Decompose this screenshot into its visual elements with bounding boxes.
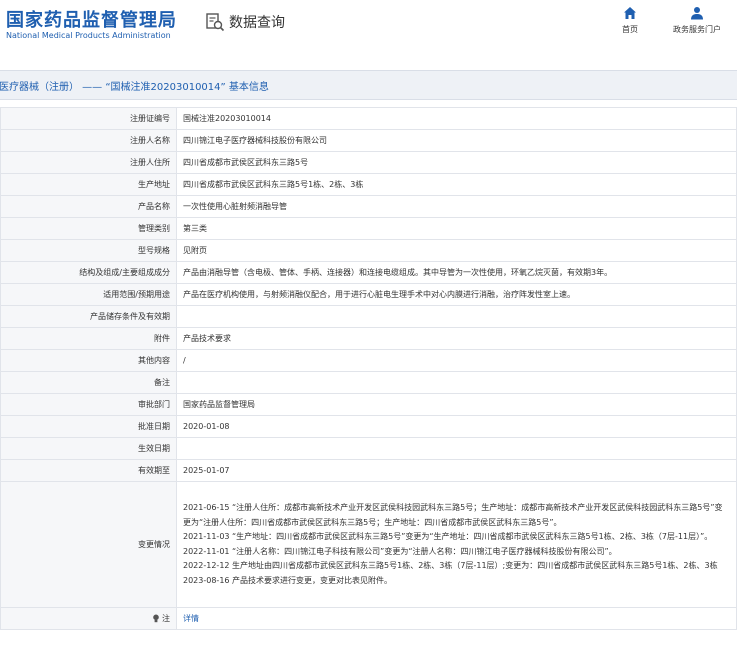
- row-value: 产品在医疗机构使用，与射频消融仪配合，用于进行心脏电生理手术中对心内膜进行消融，…: [176, 283, 737, 306]
- table-row: 型号规格 见附页: [0, 239, 737, 262]
- table-row: 适用范围/预期用途 产品在医疗机构使用，与射频消融仪配合，用于进行心脏电生理手术中…: [0, 283, 737, 306]
- row-label: 结构及组成/主要组成成分: [0, 261, 177, 284]
- row-label: 其他内容: [0, 349, 177, 372]
- site-logo-cn[interactable]: 国家药品监督管理局: [6, 6, 177, 32]
- row-label: 备注: [0, 371, 177, 394]
- row-label: 适用范围/预期用途: [0, 283, 177, 306]
- table-row: 结构及组成/主要组成成分 产品由消融导管（含电极、管体、手柄、连接器）和连接电缆组…: [0, 261, 737, 284]
- hint-label: 注: [162, 613, 170, 623]
- row-value: 四川省成都市武侯区武科东三路5号: [176, 151, 737, 174]
- document-search-icon: [206, 13, 225, 32]
- row-value: [176, 437, 737, 460]
- registration-info-table: 注册证编号 国械注准20203010014 注册人名称 四川锦江电子医疗器械科技股份有…: [0, 107, 737, 630]
- data-query-title: 数据查询: [205, 10, 285, 34]
- row-label: 型号规格: [0, 239, 177, 262]
- table-row: 备注: [0, 371, 737, 394]
- table-row: 批准日期 2020-01-08: [0, 415, 737, 438]
- nav-gov-portal-label: 政务服务门户: [673, 25, 721, 34]
- row-label: 注册证编号: [0, 107, 177, 130]
- table-row: 有效期至 2025-01-07: [0, 459, 737, 482]
- row-value: 2025-01-07: [176, 459, 737, 482]
- row-label: 注册人住所: [0, 151, 177, 174]
- table-row: 注册证编号 国械注准20203010014: [0, 107, 737, 130]
- change-record: 2023-08-16 产品技术要求进行变更，变更对比表见附件。: [183, 575, 393, 585]
- row-label: 审批部门: [0, 393, 177, 416]
- row-label: 变更情况: [0, 481, 177, 608]
- site-logo-en: National Medical Products Administration: [6, 31, 171, 40]
- row-value: 见附页: [176, 239, 737, 262]
- hint-label-cell: 注: [0, 607, 177, 630]
- table-row: 注册人名称 四川锦江电子医疗器械科技股份有限公司: [0, 129, 737, 152]
- row-value: 一次性使用心脏射频消融导管: [176, 195, 737, 218]
- home-icon: [624, 7, 636, 19]
- change-record: 2021-11-03 “生产地址：四川省成都市武侯区武科东三路5号”变更为“生产…: [183, 532, 713, 541]
- row-label: 批准日期: [0, 415, 177, 438]
- row-value: [176, 305, 737, 328]
- change-record: 2022-12-12 生产地址由四川省成都市武侯区武科东三路5号1栋、2栋、3栋…: [183, 561, 718, 570]
- details-link[interactable]: 详情: [183, 614, 199, 623]
- page-title: 医疗器械（注册） —— “国械注准20203010014” 基本信息: [0, 82, 269, 93]
- table-row: 管理类别 第三类: [0, 217, 737, 240]
- lightbulb-icon: [153, 614, 159, 622]
- user-icon: [691, 7, 703, 20]
- table-row-hint: 注 详情: [0, 607, 737, 630]
- data-query-label: 数据查询: [229, 15, 285, 31]
- table-row: 生产地址 四川省成都市武侯区武科东三路5号1栋、2栋、3栋: [0, 173, 737, 196]
- row-label: 管理类别: [0, 217, 177, 240]
- row-value-changes: 2021-06-15 “注册人住所：成都市高新技术产业开发区武侯科技园武科东三路…: [176, 481, 737, 608]
- row-value: /: [176, 349, 737, 372]
- row-label: 生产地址: [0, 173, 177, 196]
- nav-home-label: 首页: [622, 25, 638, 34]
- row-value: [176, 371, 737, 394]
- row-value: 四川锦江电子医疗器械科技股份有限公司: [176, 129, 737, 152]
- table-row: 产品储存条件及有效期: [0, 305, 737, 328]
- table-row-changes: 变更情况 2021-06-15 “注册人住所：成都市高新技术产业开发区武侯科技园武…: [0, 481, 737, 608]
- nav-gov-portal[interactable]: 政务服务门户: [664, 6, 730, 35]
- row-label: 产品名称: [0, 195, 177, 218]
- row-value: 产品技术要求: [176, 327, 737, 350]
- row-value: 2020-01-08: [176, 415, 737, 438]
- change-record: 2021-06-15 “注册人住所：成都市高新技术产业开发区武侯科技园武科东三路…: [183, 503, 723, 527]
- table-row: 审批部门 国家药品监督管理局: [0, 393, 737, 416]
- hint-value-cell: 详情: [176, 607, 737, 630]
- row-value: 国家药品监督管理局: [176, 393, 737, 416]
- row-value: 国械注准20203010014: [176, 107, 737, 130]
- change-record: 2022-11-01 “注册人名称：四川锦江电子科技有限公司”变更为“注册人名称…: [183, 546, 617, 556]
- row-value: 四川省成都市武侯区武科东三路5号1栋、2栋、3栋: [176, 173, 737, 196]
- row-label: 附件: [0, 327, 177, 350]
- table-row: 其他内容 /: [0, 349, 737, 372]
- row-value: 产品由消融导管（含电极、管体、手柄、连接器）和连接电缆组成。其中导管为一次性使用…: [176, 261, 737, 284]
- detail-title-bar: 医疗器械（注册） —— “国械注准20203010014” 基本信息: [0, 70, 737, 100]
- row-value: 第三类: [176, 217, 737, 240]
- site-header: 国家药品监督管理局 National Medical Products Admi…: [0, 0, 737, 62]
- row-label: 产品储存条件及有效期: [0, 305, 177, 328]
- row-label: 生效日期: [0, 437, 177, 460]
- row-label: 有效期至: [0, 459, 177, 482]
- row-label: 注册人名称: [0, 129, 177, 152]
- table-row: 生效日期: [0, 437, 737, 460]
- nav-home[interactable]: 首页: [616, 6, 644, 35]
- table-row: 产品名称 一次性使用心脏射频消融导管: [0, 195, 737, 218]
- table-row: 注册人住所 四川省成都市武侯区武科东三路5号: [0, 151, 737, 174]
- table-row: 附件 产品技术要求: [0, 327, 737, 350]
